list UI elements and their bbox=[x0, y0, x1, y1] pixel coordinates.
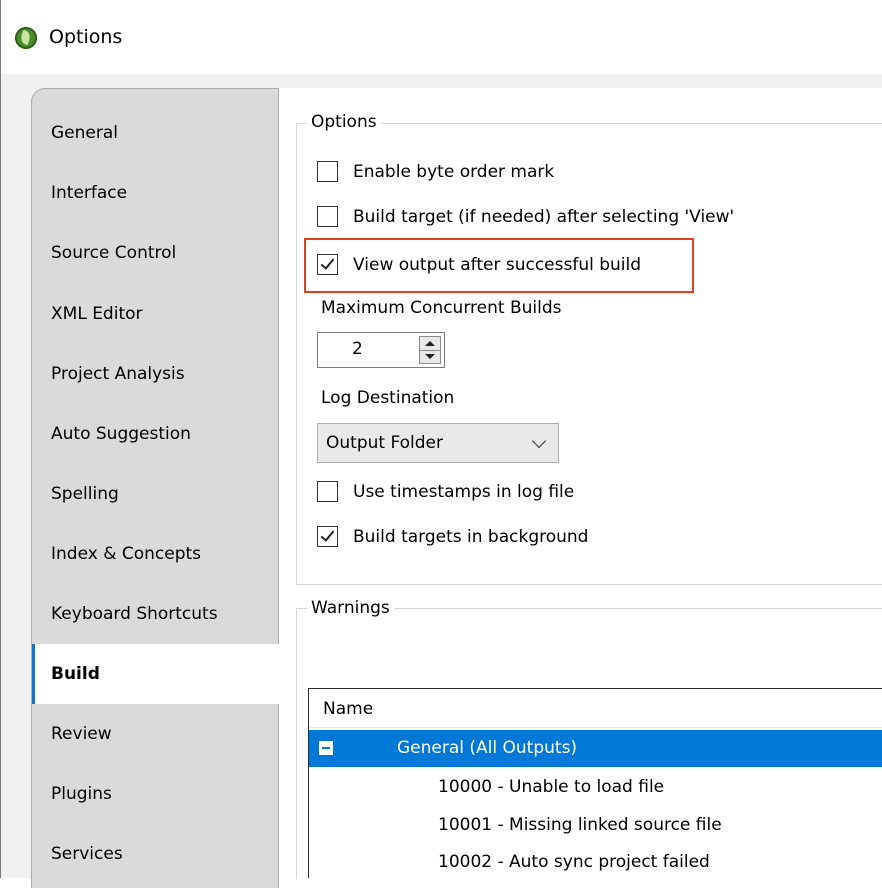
sidebar-item-spelling[interactable]: Spelling bbox=[32, 464, 278, 524]
sidebar-item-build[interactable]: Build bbox=[32, 644, 279, 704]
sidebar-item-services[interactable]: Services bbox=[32, 824, 278, 884]
options-window: Options General Interface Source Control… bbox=[0, 0, 882, 888]
warnings-list-row[interactable]: 10000 - Unable to load file bbox=[309, 769, 882, 806]
log-destination-value: Output Folder bbox=[326, 433, 443, 453]
build-target-label: Build target (if needed) after selecting… bbox=[353, 207, 735, 227]
spinner-down-icon[interactable] bbox=[420, 350, 440, 363]
collapse-icon[interactable] bbox=[319, 741, 333, 755]
enable-bom-label: Enable byte order mark bbox=[353, 162, 555, 182]
max-builds-label: Maximum Concurrent Builds bbox=[321, 298, 562, 318]
warnings-list-row[interactable]: 10002 - Auto sync project failed bbox=[309, 844, 882, 881]
options-sidebar: General Interface Source Control XML Edi… bbox=[31, 88, 279, 888]
warnings-list[interactable]: Name General (All Outputs) 10000 - Unabl… bbox=[308, 688, 882, 878]
background-build-label: Build targets in background bbox=[353, 527, 589, 547]
max-builds-spinner[interactable]: 2 bbox=[317, 332, 445, 368]
sidebar-item-project-analysis[interactable]: Project Analysis bbox=[32, 344, 278, 404]
sidebar-item-review[interactable]: Review bbox=[32, 704, 278, 764]
background-build-checkbox-box[interactable] bbox=[317, 526, 338, 547]
sidebar-item-source-control[interactable]: Source Control bbox=[32, 223, 278, 283]
sidebar-item-interface[interactable]: Interface bbox=[32, 163, 278, 223]
row-label: 10001 - Missing linked source file bbox=[438, 815, 722, 835]
sidebar-item-xml-editor[interactable]: XML Editor bbox=[32, 284, 278, 344]
timestamps-checkbox-box[interactable] bbox=[317, 481, 338, 502]
timestamps-label: Use timestamps in log file bbox=[353, 482, 575, 502]
options-group-title: Options bbox=[307, 112, 381, 132]
spinner-up-icon[interactable] bbox=[420, 337, 440, 351]
warnings-group-title: Warnings bbox=[307, 598, 394, 618]
enable-bom-checkbox-box[interactable] bbox=[317, 161, 338, 182]
sidebar-item-auto-suggestion[interactable]: Auto Suggestion bbox=[32, 404, 278, 464]
warnings-list-row[interactable]: 10001 - Missing linked source file bbox=[309, 807, 882, 844]
annotation-highlight-box bbox=[304, 238, 694, 293]
sidebar-item-keyboard-shortcuts[interactable]: Keyboard Shortcuts bbox=[32, 584, 278, 644]
row-label: 10000 - Unable to load file bbox=[438, 777, 665, 797]
sidebar-item-index-concepts[interactable]: Index & Concepts bbox=[32, 524, 278, 584]
build-target-checkbox-box[interactable] bbox=[317, 206, 338, 227]
title-bar: Options bbox=[1, 0, 882, 74]
warnings-list-row[interactable]: General (All Outputs) bbox=[309, 730, 882, 767]
app-logo-icon bbox=[15, 27, 37, 49]
sidebar-item-plugins[interactable]: Plugins bbox=[32, 764, 278, 824]
row-label: General (All Outputs) bbox=[397, 738, 578, 758]
column-header-name[interactable]: Name bbox=[323, 699, 373, 719]
max-builds-value[interactable]: 2 bbox=[352, 339, 363, 359]
row-label: 10002 - Auto sync project failed bbox=[438, 852, 710, 872]
spinner-buttons bbox=[419, 336, 441, 364]
chevron-down-icon bbox=[531, 433, 547, 449]
sidebar-item-general[interactable]: General bbox=[32, 103, 278, 163]
log-destination-dropdown[interactable]: Output Folder bbox=[317, 423, 559, 463]
log-destination-label: Log Destination bbox=[321, 388, 455, 408]
window-title: Options bbox=[49, 26, 123, 48]
warnings-list-header: Name bbox=[309, 689, 882, 728]
